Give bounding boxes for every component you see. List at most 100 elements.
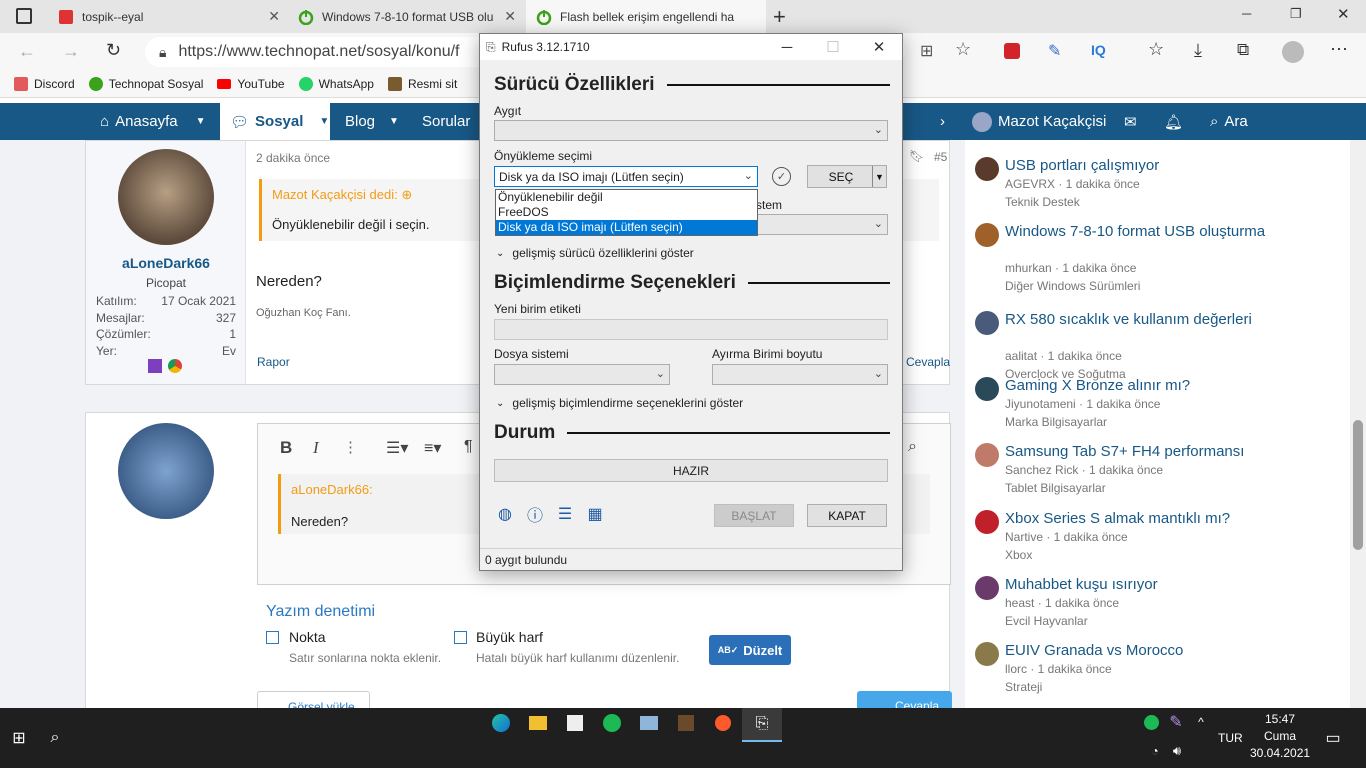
avatar[interactable] [975,223,999,247]
close-icon[interactable]: ✕ [504,8,516,25]
thread-category[interactable]: Marka Bilgisayarlar [1005,415,1107,429]
thread-title[interactable]: Windows 7-8-10 format USB oluşturma [1005,221,1340,242]
thread-title[interactable]: USB portları çalışmıyor [1005,155,1340,176]
post-number[interactable]: #5 [934,150,947,164]
dot-label[interactable]: Nokta [289,629,326,645]
tab-1[interactable]: tospik--eyal ✕ [48,0,288,33]
network-icon[interactable]: ◔ [1144,740,1166,762]
avatar[interactable] [975,642,999,666]
thread-title[interactable]: Muhabbet kuşu ısırıyor [1005,574,1340,595]
thread-category[interactable]: Evcil Hayvanlar [1005,614,1088,628]
align-icon[interactable]: ≡▾ [424,438,441,458]
bookmark-technopat[interactable]: Technopat Sosyal [88,77,203,91]
dropdown-option[interactable]: FreeDOS [496,205,757,220]
device-select[interactable]: ⌄ [494,120,888,141]
close-icon[interactable]: ✕ [268,8,280,25]
dropdown-option[interactable]: Önyüklenebilir değil [496,190,757,205]
new-tab-button[interactable]: + [773,4,786,30]
nav-user[interactable]: Mazot Kaçakçisi [972,103,1106,140]
menu-icon[interactable]: ⋯ [1330,39,1348,60]
caps-checkbox[interactable] [454,631,467,644]
language-globe-icon[interactable]: ◍ [496,505,514,523]
download-icon[interactable]: ⤓ [1194,40,1202,61]
select-button[interactable]: SEÇ ▼ [807,165,887,188]
forward-icon[interactable]: → [62,41,80,62]
clock[interactable]: 15:47 Cuma 30.04.2021 [1250,711,1310,762]
report-link[interactable]: Rapor [257,355,290,369]
close-icon[interactable]: ✕ [856,34,902,60]
avatar[interactable] [118,149,214,245]
notification-bell-icon[interactable]: 🔔︎ [1164,103,1183,140]
start-button[interactable]: BAŞLAT [714,504,794,527]
split-dropdown-icon[interactable]: ▼ [872,166,886,187]
collections-icon[interactable]: ⧉ [1237,40,1249,60]
avatar[interactable] [975,377,999,401]
minimize-icon[interactable]: ─ [1242,6,1251,21]
quote-author[interactable]: Mazot Kaçakçisi dedi: ⊕ [272,187,412,203]
apps-icon[interactable]: ⊞ [920,41,933,61]
page-scrollbar[interactable] [1350,140,1366,708]
brave-icon[interactable] [712,712,734,734]
bookmark-resmi[interactable]: Resmi sit [387,77,457,91]
language-indicator[interactable]: TUR [1218,731,1243,745]
volume-label-input[interactable] [494,319,888,340]
messages-icon[interactable]: ✉ [1124,103,1137,140]
dropdown-option-selected[interactable]: Disk ya da ISO imajı (Lütfen seçin) [496,220,757,235]
thread-title[interactable]: Gaming X Bronze alınır mı? [1005,375,1340,396]
store-icon[interactable] [564,712,586,734]
file-explorer-icon[interactable] [527,712,549,734]
notification-center-icon[interactable]: ▭ [1322,727,1344,749]
preview-icon[interactable]: ⌕ [908,438,917,456]
list-icon[interactable]: ☰▾ [386,438,408,458]
check-circle-icon[interactable]: ✓ [772,167,791,186]
nav-more-chevron[interactable]: › [940,103,960,140]
thread-category[interactable]: Strateji [1005,680,1042,694]
thread-title[interactable]: Xbox Series S almak mantıklı mı? [1005,508,1340,529]
windows-start-icon[interactable]: ⊞ [8,727,30,749]
tab-2[interactable]: Windows 7-8-10 format USB olu ✕ [288,0,524,33]
paragraph-icon[interactable]: ¶ [464,438,473,456]
favorites-icon[interactable]: ☆ [1148,39,1164,60]
volume-icon[interactable]: 🔊︎ [1166,740,1188,762]
nav-social[interactable]: 💬︎ Sosyal ▼ [220,103,330,140]
cluster-size-select[interactable]: ⌄ [712,364,888,385]
scrollbar-thumb[interactable] [1353,420,1363,550]
thread-title[interactable]: EUIV Granada vs Morocco [1005,640,1340,661]
photos-icon[interactable] [638,712,660,734]
about-info-icon[interactable]: ⓘ [526,505,544,525]
nav-blog[interactable]: Blog ▼ [345,103,405,140]
minimize-icon[interactable]: ─ [764,34,810,60]
bookmark-youtube[interactable]: YouTube [217,77,285,91]
rufus-titlebar[interactable]: ⎘ Rufus 3.12.1710 ─ ☐ ✕ [480,34,902,60]
reply-link[interactable]: Cevapla [906,355,950,369]
back-icon[interactable]: ← [18,41,36,62]
thread-category[interactable]: Diğer Windows Sürümleri [1005,279,1140,293]
bookmark-whatsapp[interactable]: WhatsApp [298,77,374,91]
fix-button[interactable]: AB✓ Düzelt [709,635,791,665]
avatar[interactable] [975,443,999,467]
tab-3[interactable]: Flash bellek erişim engellendi ha [526,0,766,33]
bookmark-icon[interactable]: 🔖︎ [909,149,924,163]
avatar[interactable] [975,311,999,335]
caps-label[interactable]: Büyük harf [476,629,543,645]
nav-questions[interactable]: Sorular [422,103,482,140]
avatar[interactable] [975,576,999,600]
search-icon[interactable]: ⌕ [44,727,66,749]
settings-sliders-icon[interactable]: ☰ [556,505,574,523]
advanced-drive-toggle[interactable]: ⌄ gelişmiş sürücü özelliklerini göster [496,246,694,260]
log-table-icon[interactable]: ▦ [586,505,604,523]
minecraft-icon[interactable] [675,712,697,734]
close-button[interactable]: KAPAT [807,504,887,527]
favorite-add-icon[interactable]: ☆ [955,39,971,60]
thread-title[interactable]: RX 580 sıcaklık ve kullanım değerleri [1005,309,1340,330]
bold-button[interactable]: B [280,438,292,458]
chevron-up-icon[interactable]: ^ [1190,711,1212,733]
username[interactable]: aLoneDark66 [86,255,246,271]
thread-category[interactable]: Teknik Destek [1005,195,1080,209]
maximize-icon[interactable]: ☐ [810,34,856,60]
chevron-down-icon[interactable]: ▼ [196,116,206,127]
rufus-taskbar-icon[interactable]: ⎘ [742,708,782,742]
bookmark-discord[interactable]: Discord [14,77,75,91]
restore-icon[interactable]: ❐ [1290,6,1302,22]
edge-icon[interactable] [490,712,512,734]
